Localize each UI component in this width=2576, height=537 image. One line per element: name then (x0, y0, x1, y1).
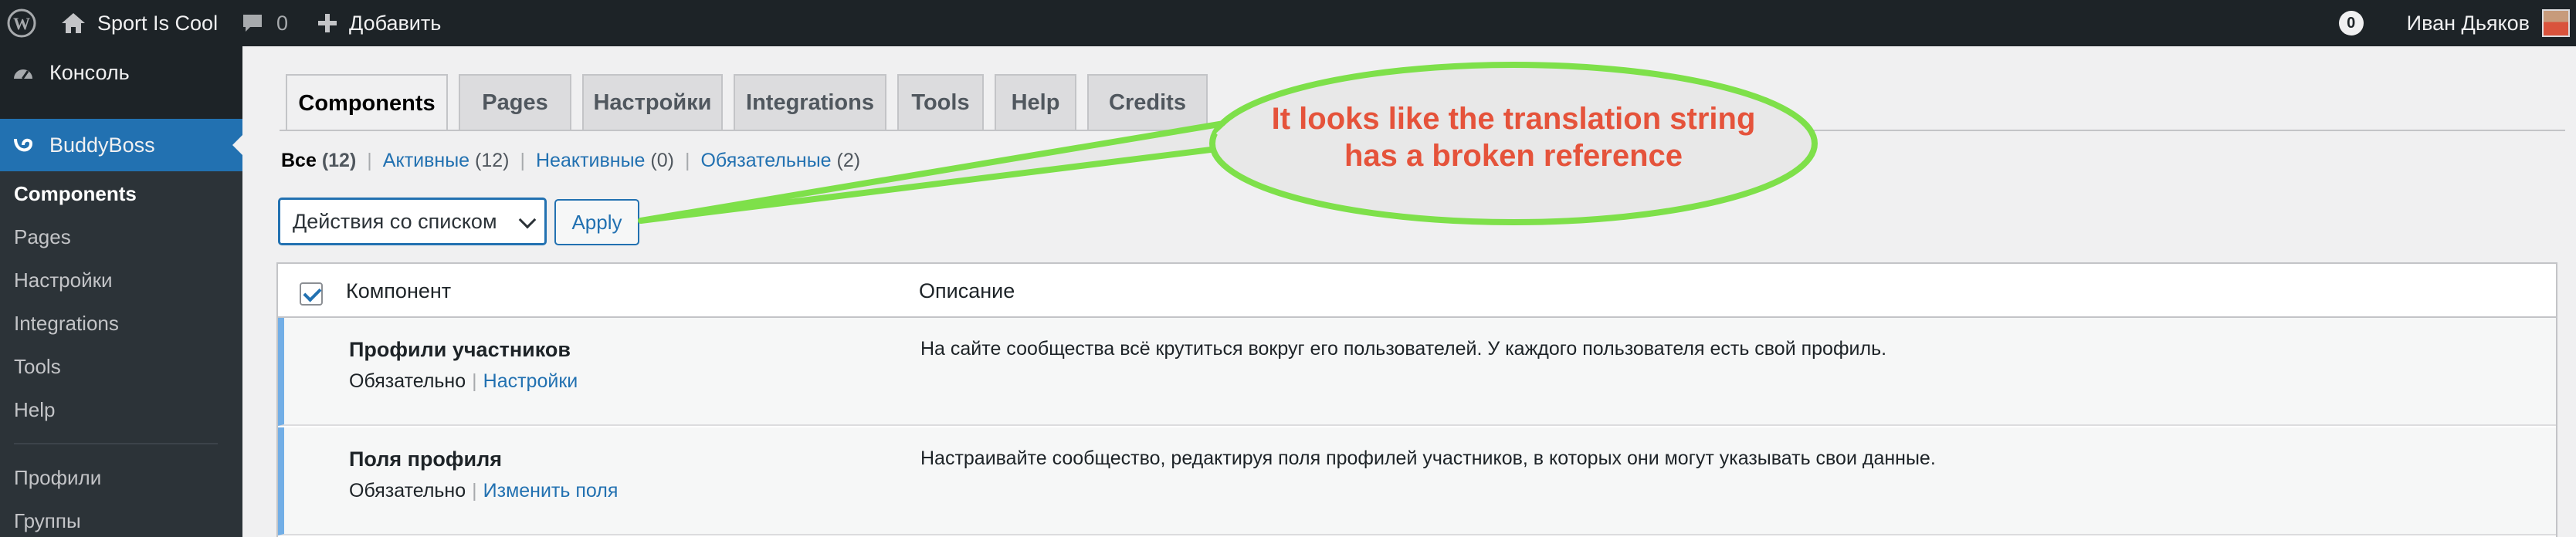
row-actions: Обязательно | Настройки (349, 370, 578, 392)
bulk-actions-value: Действия со списком (293, 209, 497, 233)
comments-count: 0 (276, 11, 289, 35)
comments-link[interactable]: 0 (241, 0, 288, 46)
home-icon (62, 13, 85, 33)
buddyboss-submenu: Components Pages Настройки Integrations … (0, 171, 242, 537)
table-header: Компонент Описание (278, 264, 2556, 318)
submenu-pages[interactable]: Pages (14, 225, 71, 249)
site-name: Sport Is Cool (97, 11, 219, 35)
tab-credits[interactable]: Credits (1087, 74, 1208, 130)
tab-settings[interactable]: Настройки (582, 74, 723, 130)
plus-icon (318, 14, 337, 32)
notifications-badge[interactable]: 0 (2338, 11, 2364, 35)
sidebar-item-label: BuddyBoss (49, 133, 155, 157)
component-description: Настраивайте сообщество, редактируя поля… (920, 448, 1936, 469)
admin-bar: W Sport Is Cool 0 Добавить 0 Иван Дьяков (0, 0, 2576, 46)
tab-help[interactable]: Help (995, 74, 1076, 130)
column-description: Описание (919, 279, 1015, 302)
tabs-divider (280, 130, 2565, 131)
row-actions: Обязательно | Изменить поля (349, 480, 619, 502)
apply-button[interactable]: Apply (554, 199, 639, 245)
submenu-tools[interactable]: Tools (14, 355, 61, 379)
filter-active[interactable]: Активные (12) (383, 150, 510, 172)
column-component: Компонент (346, 279, 452, 302)
svg-text:W: W (13, 14, 30, 33)
submenu-groups[interactable]: Группы (14, 509, 81, 533)
buddyboss-icon (14, 138, 33, 152)
select-all-checkbox[interactable] (300, 282, 323, 306)
admin-sidebar: Консоль BuddyBoss Components Pages Настр… (0, 46, 243, 537)
sidebar-item-console[interactable]: Консоль (0, 46, 242, 99)
submenu-components[interactable]: Components (14, 182, 137, 206)
component-title: Поля профиля (349, 448, 503, 471)
submenu-settings[interactable]: Настройки (14, 268, 113, 292)
dashboard-icon (14, 69, 32, 79)
add-new-label: Добавить (349, 11, 442, 35)
bulk-actions-select[interactable]: Действия со списком (278, 198, 547, 245)
avatar (2542, 9, 2570, 37)
filter-inactive[interactable]: Неактивные (0) (536, 150, 674, 172)
site-name-link[interactable]: Sport Is Cool (60, 0, 218, 46)
component-description: На сайте сообщества всё крутиться вокруг… (920, 338, 1887, 360)
user-name: Иван Дьяков (2406, 11, 2530, 35)
filter-links: Все (12) | Активные (12) | Неактивные (0… (281, 150, 861, 172)
submenu-integrations[interactable]: Integrations (14, 312, 119, 336)
sidebar-item-buddyboss[interactable]: BuddyBoss (0, 119, 243, 171)
settings-link[interactable]: Настройки (483, 370, 578, 392)
submenu-profiles[interactable]: Профили (14, 466, 101, 490)
sidebar-item-label: Консоль (49, 60, 130, 84)
chevron-down-icon (518, 211, 537, 229)
menu-separator (14, 443, 218, 444)
wordpress-logo-icon[interactable]: W (6, 0, 40, 46)
submenu-help[interactable]: Help (14, 398, 55, 422)
table-row: Поля профиля Обязательно | Изменить поля Н… (278, 427, 2556, 535)
main-content: Components Pages Настройки Integrations … (242, 46, 2576, 537)
components-table: Компонент Описание Профили участников Об… (276, 262, 2557, 537)
filter-all[interactable]: Все (12) (281, 150, 356, 172)
filter-required[interactable]: Обязательные (2) (700, 150, 860, 172)
required-label: Обязательно (349, 370, 466, 392)
my-account[interactable]: 0 Иван Дьяков (2338, 0, 2570, 46)
component-title: Профили участников (349, 338, 571, 361)
table-row: Профили участников Обязательно | Настройки… (278, 318, 2556, 426)
tab-components[interactable]: Components (286, 74, 448, 131)
tab-integrations[interactable]: Integrations (734, 74, 886, 130)
comment-icon (243, 15, 262, 32)
tab-pages[interactable]: Pages (459, 74, 571, 130)
edit-fields-link[interactable]: Изменить поля (483, 480, 619, 502)
add-new-link[interactable]: Добавить (317, 0, 441, 46)
tab-tools[interactable]: Tools (897, 74, 984, 130)
required-label: Обязательно (349, 480, 466, 502)
